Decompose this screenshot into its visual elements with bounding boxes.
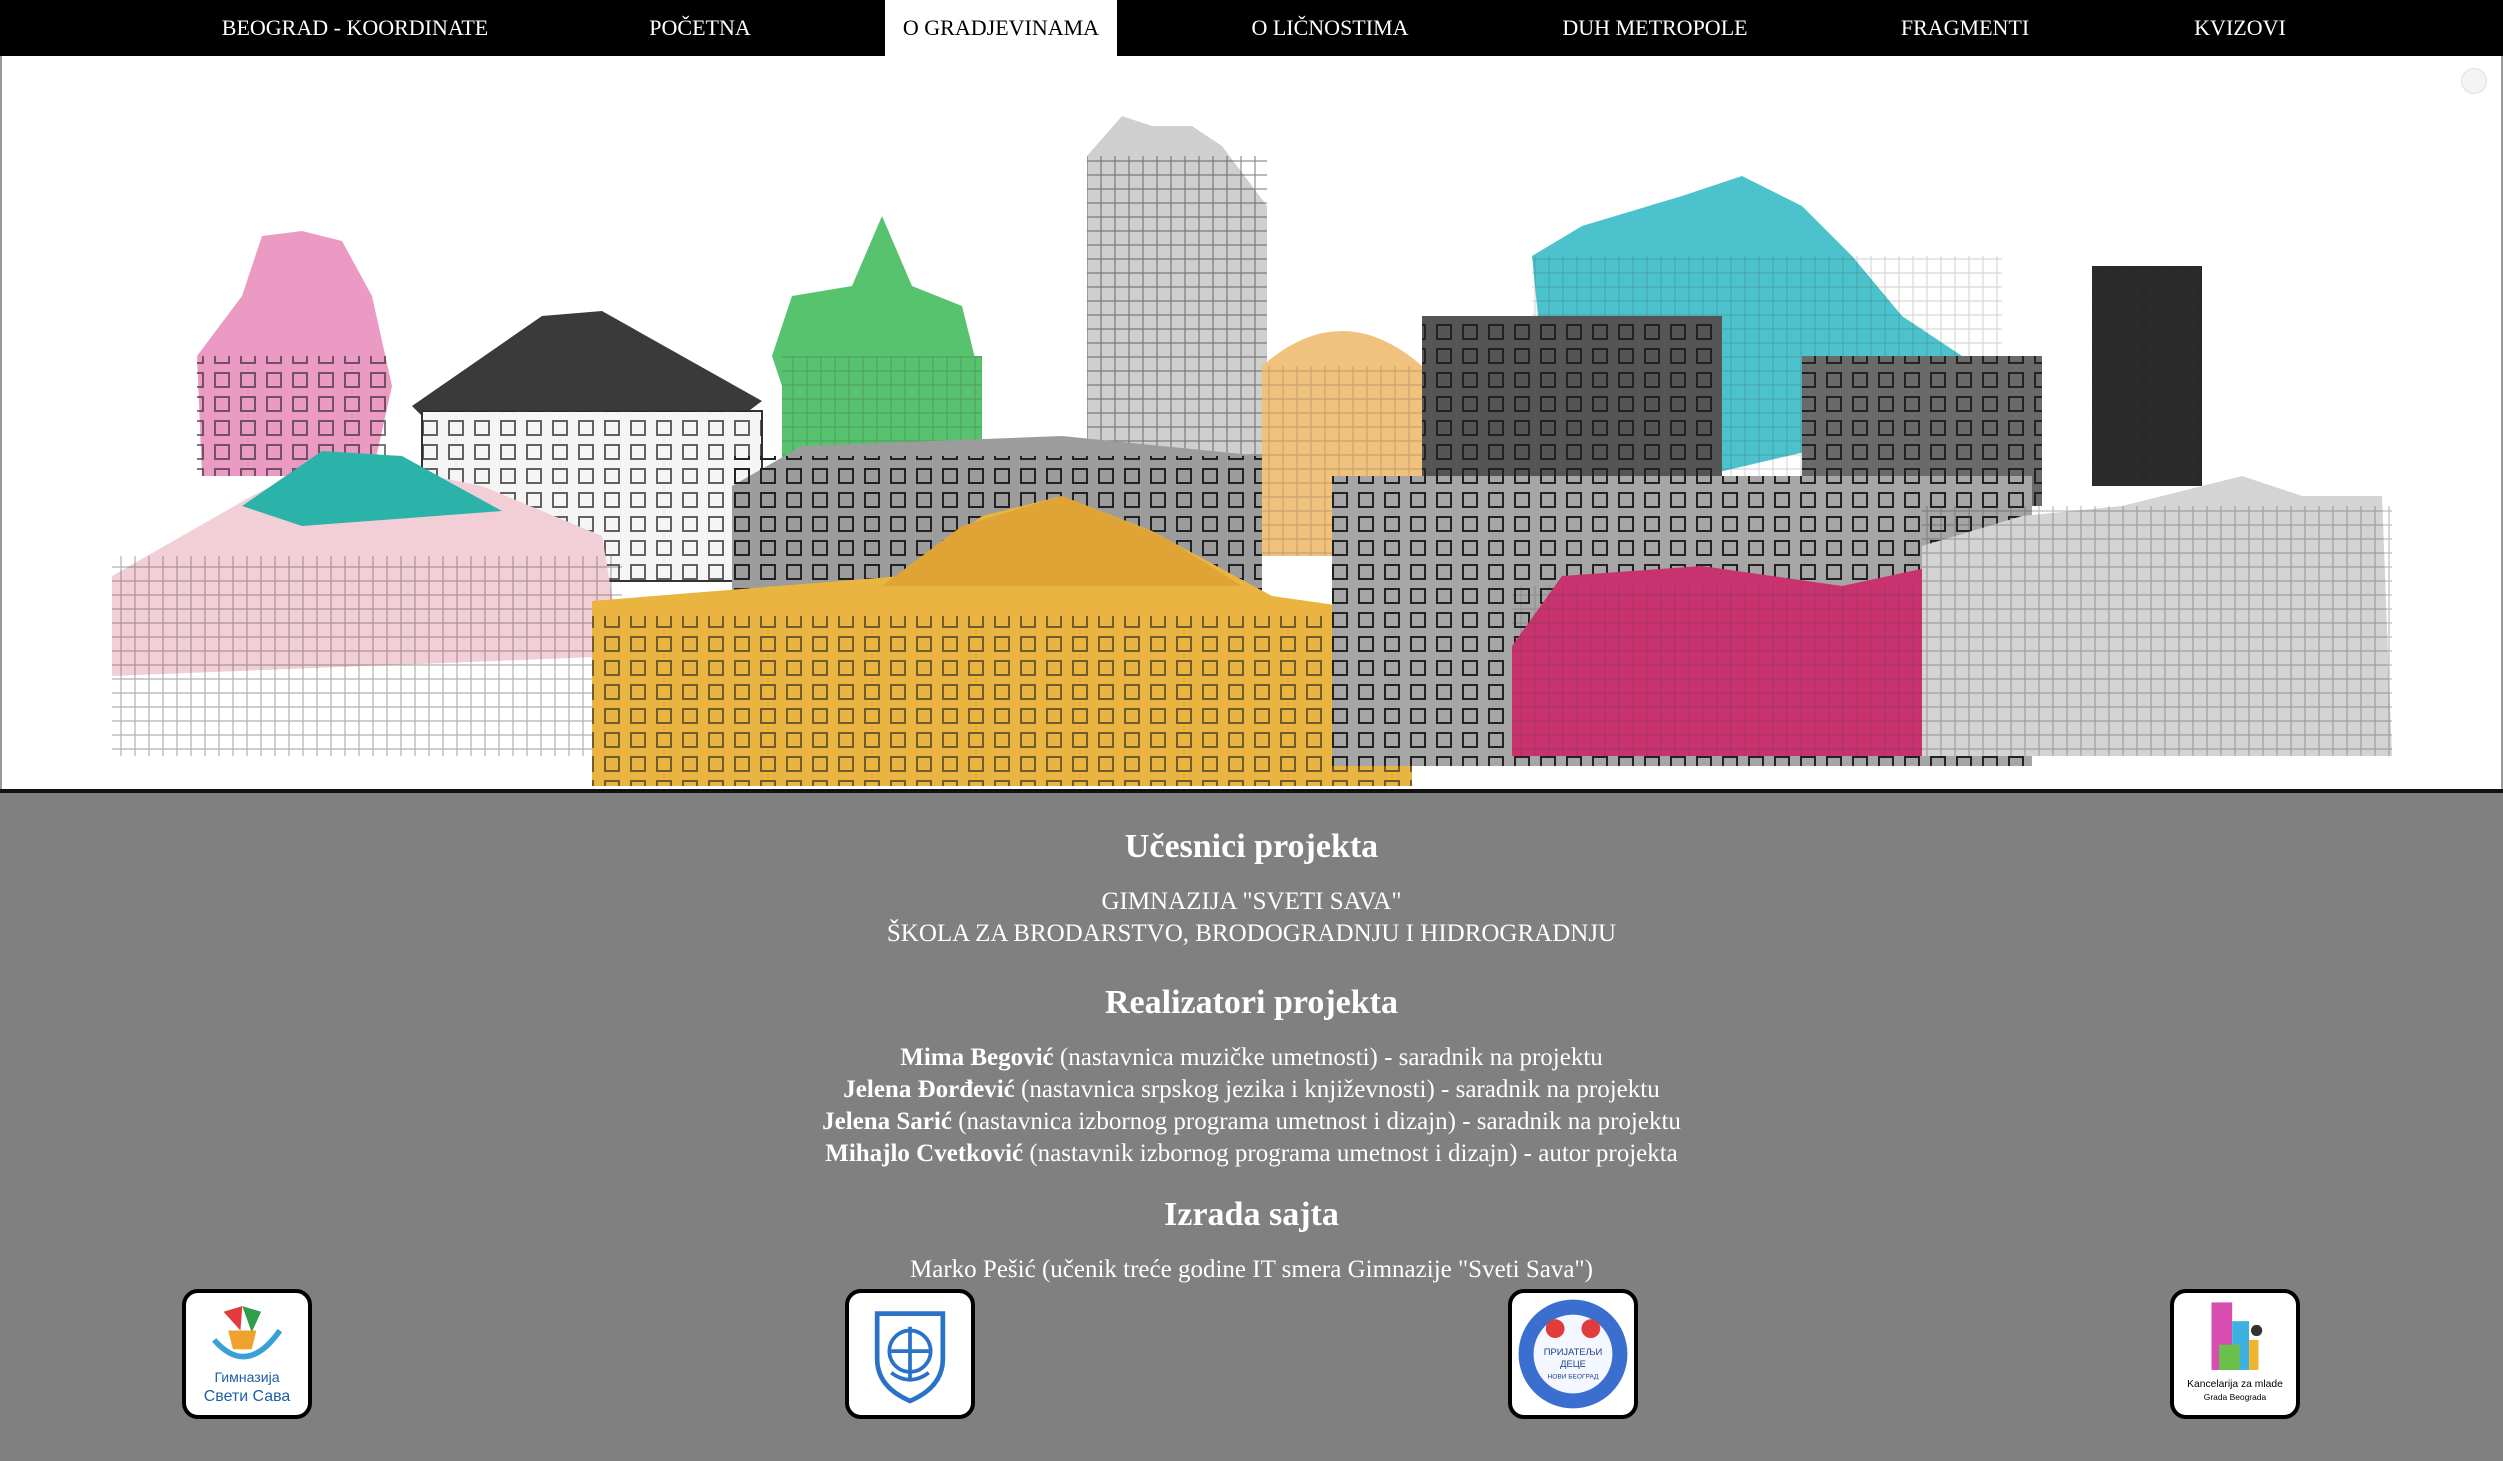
- realizer-role: (nastavnik izbornog programa umetnost i …: [1023, 1140, 1678, 1167]
- realizer-role: (nastavnica izbornog programa umetnost i…: [951, 1108, 1681, 1135]
- participants-heading: Učesnici projekta: [1124, 828, 1379, 865]
- expand-icon[interactable]: [2461, 68, 2487, 94]
- city-skyline-drawing: [112, 116, 2392, 786]
- logo-3-line2: ДЕЦЕ: [1560, 1359, 1586, 1369]
- prijatelji-dece-logo[interactable]: ПРИЈАТЕЉИ ДЕЦЕ НОВИ БЕОГРАД: [1508, 1289, 1638, 1419]
- gimnazija-sveti-sava-logo[interactable]: Гимназија Свети Сава: [182, 1289, 312, 1419]
- realizer-name: Jelena Đorđević: [843, 1076, 1015, 1103]
- kancelarija-za-mlade-logo[interactable]: Kancelarija za mlade Grada Beograda: [2170, 1289, 2300, 1419]
- logo-3-line1: ПРИЈАТЕЉИ: [1544, 1347, 1603, 1357]
- logo-4-line2: Grada Beograda: [2204, 1392, 2267, 1402]
- realizer-name: Mihajlo Cvetković: [825, 1140, 1024, 1167]
- realizers-section: Realizatori projekta: [0, 984, 2503, 1022]
- school-1: GIMNAZIJA "SVETI SAVA": [1101, 888, 1402, 915]
- nav-fragmenti[interactable]: FRAGMENTI: [1870, 0, 2060, 56]
- nav-pocetna[interactable]: POČETNA: [600, 0, 800, 56]
- logo-1-line2: Свети Сава: [204, 1388, 291, 1405]
- realizer-row: Jelena Đorđević (nastavnica srpskog jezi…: [0, 1074, 2503, 1106]
- realizers-heading: Realizatori projekta: [1104, 984, 1399, 1021]
- realizer-name: Mima Begović: [900, 1044, 1054, 1071]
- nav-o-licnostima[interactable]: O LIČNOSTIMA: [1220, 0, 1440, 56]
- logo-1-line1: Гимназија: [214, 1369, 279, 1385]
- realizer-role: (nastavnica muzičke umetnosti) - saradni…: [1053, 1044, 1603, 1071]
- banner-divider: [0, 789, 2503, 793]
- school-2: ŠKOLA ZA BRODARSTVO, BRODOGRADNJU I HIDR…: [886, 920, 1617, 947]
- site-section: Izrada sajta: [0, 1196, 2503, 1234]
- realizer-row: Mihajlo Cvetković (nastavnik izbornog pr…: [0, 1138, 2503, 1170]
- top-navigation: BEOGRAD - KOORDINATE POČETNA O GRADJEVIN…: [0, 0, 2503, 56]
- realizer-name: Jelena Sarić: [822, 1108, 952, 1135]
- site-heading: Izrada sajta: [1164, 1196, 1339, 1233]
- nav-o-gradjevinama[interactable]: O GRADJEVINAMA: [885, 0, 1117, 56]
- logo-3-line3: НОВИ БЕОГРАД: [1548, 1373, 1600, 1380]
- nav-duh-metropole[interactable]: DUH METROPOLE: [1535, 0, 1775, 56]
- skola-za-brodarstvo-logo[interactable]: [845, 1289, 975, 1419]
- logo-4-line1: Kancelarija za mlade: [2187, 1379, 2283, 1390]
- nav-kvizovi[interactable]: KVIZOVI: [2160, 0, 2320, 56]
- realizer-row: Jelena Sarić (nastavnica izbornog progra…: [0, 1106, 2503, 1138]
- buildings-illustration-banner: [0, 56, 2503, 789]
- realizer-row: Mima Begović (nastavnica muzičke umetnos…: [0, 1042, 2503, 1074]
- nav-beograd-koordinate[interactable]: BEOGRAD - KOORDINATE: [210, 0, 500, 56]
- participants-section: Učesnici projekta: [0, 828, 2503, 866]
- site-author: Marko Pešić (učenik treće godine IT smer…: [910, 1256, 1593, 1283]
- realizer-role: (nastavnica srpskog jezika i književnost…: [1014, 1076, 1660, 1103]
